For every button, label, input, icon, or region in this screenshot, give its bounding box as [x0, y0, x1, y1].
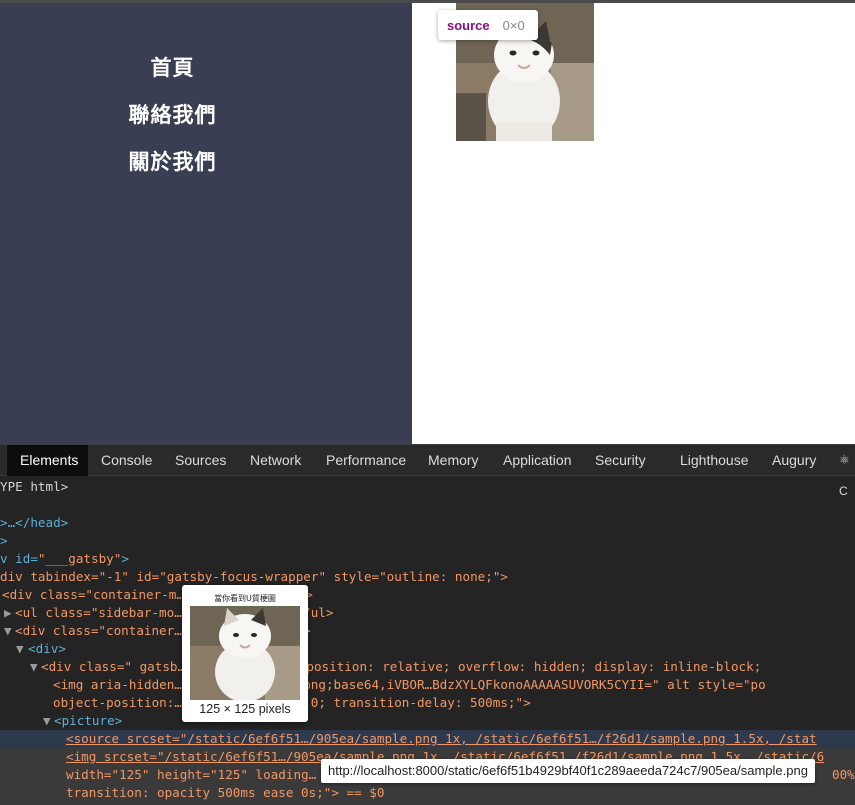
tab-sources[interactable]: Sources	[175, 445, 226, 476]
dom-line-img-style-end[interactable]: transition: opacity 500ms ease 0s;"> == …	[66, 784, 384, 802]
collapse-arrow-icon[interactable]: ▼	[4, 622, 12, 640]
dom-line-picture[interactable]: <picture>	[54, 712, 122, 730]
dom-line-body[interactable]: >	[0, 532, 8, 550]
nav-link-contact[interactable]: 聯絡我們	[0, 99, 345, 129]
url-tooltip: http://localhost:8000/static/6ef6f51b492…	[321, 759, 815, 783]
dom-line-head[interactable]: >…</head>	[0, 514, 68, 532]
tab-lighthouse[interactable]: Lighthouse	[680, 445, 749, 476]
tab-application[interactable]: Application	[503, 445, 572, 476]
preview-dimensions: 125 × 125 pixels	[199, 702, 291, 716]
dom-line-gatsby-div[interactable]: v id="___gatsby">	[0, 550, 129, 568]
dom-line-gatsby-image-wrapper[interactable]: <div class=" gatsb…________ style="posit…	[41, 658, 761, 676]
screen: 首頁 聯絡我們 關於我們 source 0×0 Elements Console…	[0, 0, 855, 805]
nav-link-home[interactable]: 首頁	[0, 52, 345, 82]
collapse-arrow-icon[interactable]: ▼	[16, 640, 24, 658]
dom-gatsby-id-value: "___gatsby"	[37, 551, 122, 566]
tab-security[interactable]: Security	[595, 445, 646, 476]
dom-line-doctype[interactable]: YPE html>	[0, 478, 68, 496]
badge-dimensions: 0×0	[502, 17, 525, 33]
dom-line-img-attrs-overflow: 00%	[832, 767, 855, 782]
element-hover-badge: source 0×0	[438, 10, 538, 40]
tab-network[interactable]: Network	[250, 445, 301, 476]
nav-link-about[interactable]: 關於我們	[0, 146, 345, 176]
elements-dom-tree: YPE html> >…</head> > v id="___gatsby"> …	[0, 476, 855, 805]
tab-memory[interactable]: Memory	[428, 445, 479, 476]
preview-image-caption: 當你看到U質梗圖	[214, 593, 276, 603]
expand-arrow-icon[interactable]: ▶	[4, 604, 12, 622]
dom-line-img-attrs[interactable]: width="125" height="125" loading…	[66, 766, 316, 784]
collapse-arrow-icon[interactable]: ▼	[30, 658, 38, 676]
dom-line-div[interactable]: <div>	[28, 640, 66, 658]
devtools-panel: Elements Console Sources Network Perform…	[0, 444, 855, 805]
dom-line-focus-wrapper[interactable]: div tabindex="-1" id="gatsby-focus-wrapp…	[0, 568, 508, 586]
devtools-tabbar: Elements Console Sources Network Perform…	[0, 444, 855, 498]
website-viewport: 首頁 聯絡我們 關於我們 source 0×0	[0, 0, 855, 444]
collapse-arrow-icon[interactable]: ▼	[43, 712, 51, 730]
preview-cat-image: 當你看到U質梗圖	[190, 590, 300, 700]
dom-gatsby-div-prefix: v id=	[0, 551, 38, 566]
tab-augury[interactable]: Augury	[772, 445, 816, 476]
preview-picture: 當你看到U質梗圖	[190, 590, 300, 700]
image-preview-tooltip: 當你看到U質梗圖 125 × 125 pixels	[182, 585, 308, 722]
tab-react-components[interactable]: ⚛ C	[839, 445, 855, 498]
dom-line-placeholder-img[interactable]: <img aria-hidden…________a:image/png;bas…	[53, 676, 766, 694]
tab-elements[interactable]: Elements	[7, 445, 88, 476]
badge-tag-name: source	[447, 17, 490, 33]
tab-console[interactable]: Console	[101, 445, 152, 476]
sidebar: 首頁 聯絡我們 關於我們	[0, 3, 412, 444]
dom-line-source[interactable]: <source srcset="/static/6ef6f51…/905ea/s…	[66, 730, 817, 748]
tab-performance[interactable]: Performance	[326, 445, 406, 476]
